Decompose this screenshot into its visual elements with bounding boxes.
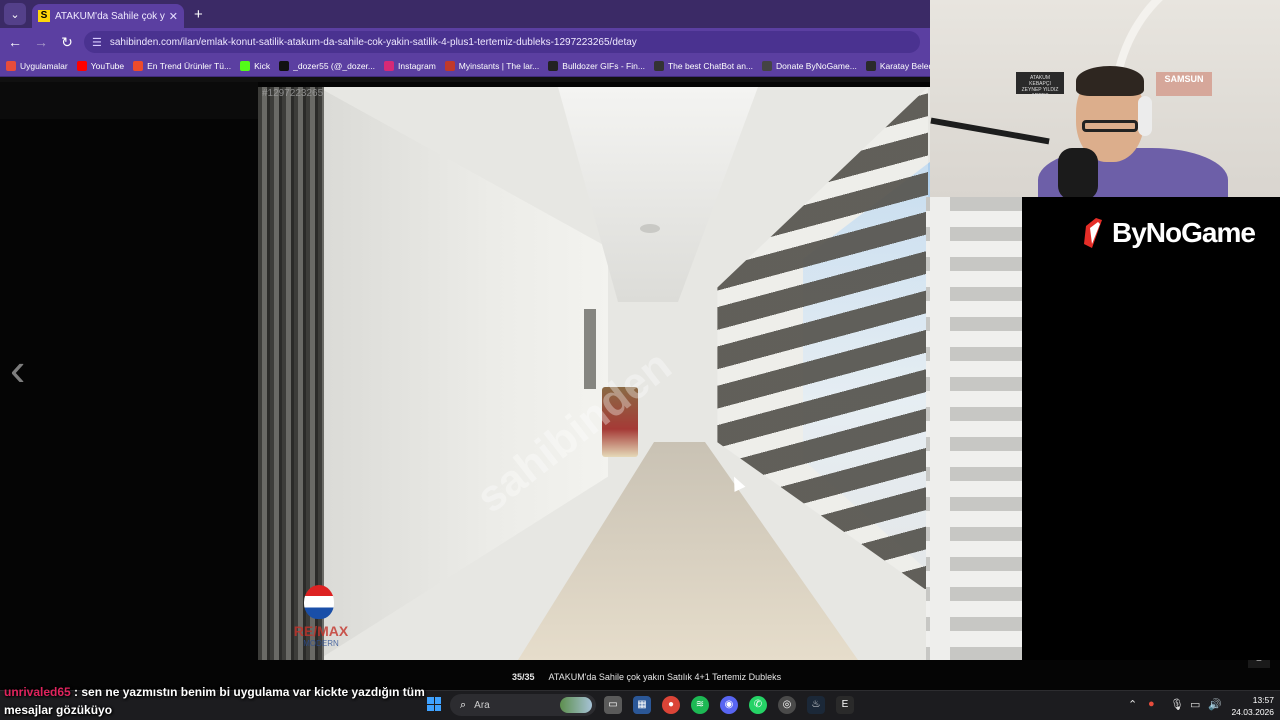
brand-panel bbox=[1022, 197, 1280, 660]
sahibinden-favicon-icon: S bbox=[38, 10, 50, 22]
bookmark-label: En Trend Ürünler Tü... bbox=[147, 61, 232, 71]
close-icon[interactable]: ✕ bbox=[169, 10, 178, 23]
webcam-overlay: ATAKUM KEBAPÇI ZEYNEP YILDIZ ADRES SAMSU… bbox=[930, 0, 1280, 197]
screen: ⌄ S ATAKUM'da Sahile çok yakın Sa ✕ + ← … bbox=[0, 0, 1280, 720]
clock-date: 24.03.2026 bbox=[1231, 707, 1274, 717]
discord-icon[interactable]: ◉ bbox=[720, 696, 738, 714]
tiktok-icon bbox=[279, 61, 290, 71]
apps-grid-icon bbox=[6, 61, 16, 71]
search-highlight-image bbox=[560, 697, 592, 713]
bookmark-item[interactable]: Instagram bbox=[384, 61, 436, 71]
youtube-icon bbox=[76, 61, 87, 71]
address-bar[interactable]: ☰ sahibinden.com/ilan/emlak-konut-satili… bbox=[84, 31, 920, 53]
photo-ceiling-light bbox=[640, 224, 660, 233]
chrome-icon[interactable]: ● bbox=[662, 696, 680, 714]
bookmark-label: _dozer55 (@_dozer... bbox=[293, 61, 375, 71]
photo-door bbox=[584, 309, 596, 389]
headphone-icon bbox=[1138, 96, 1152, 136]
instagram-icon bbox=[384, 61, 394, 71]
remax-logo: RE/MAX MODERN bbox=[288, 585, 354, 651]
bynogame-brand-name: ByNoGame bbox=[1112, 217, 1256, 248]
back-arrow-icon[interactable]: ← bbox=[4, 31, 26, 53]
bookmark-item[interactable]: Donate ByNoGame... bbox=[762, 61, 857, 71]
bookmark-item[interactable]: Kick bbox=[240, 61, 270, 71]
microsoft-store-icon[interactable]: ▦ bbox=[633, 696, 651, 714]
microphone-icon bbox=[1058, 148, 1098, 197]
photo-id: #1297223265 bbox=[262, 88, 324, 99]
webcam-mic-arm bbox=[930, 117, 1050, 145]
bookmark-item[interactable]: _dozer55 (@_dozer... bbox=[279, 61, 375, 71]
spotify-icon[interactable]: ≋ bbox=[691, 696, 709, 714]
bookmark-item[interactable]: En Trend Ürünler Tü... bbox=[133, 61, 231, 71]
chevron-up-icon[interactable]: ⌃ bbox=[1128, 698, 1137, 711]
bynogame-logo-icon bbox=[1084, 218, 1102, 248]
bookmark-label: Instagram bbox=[398, 61, 436, 71]
microphone-tray-icon[interactable]: 🎙 bbox=[1170, 698, 1184, 711]
taskbar-search-placeholder: Ara bbox=[474, 699, 490, 711]
plus-icon[interactable]: + bbox=[194, 6, 203, 23]
chat-message: unrivaled65 : sen ne yazmıstın benim bi … bbox=[4, 683, 474, 719]
bookmark-label: Uygulamalar bbox=[20, 61, 68, 71]
steam-icon[interactable]: ♨ bbox=[807, 696, 825, 714]
trendyol-icon bbox=[133, 61, 144, 71]
bookmark-label: Kick bbox=[254, 61, 271, 71]
tray-app-icon[interactable]: ● bbox=[1148, 698, 1155, 710]
chatbot-icon bbox=[653, 61, 664, 71]
kick-icon bbox=[240, 61, 251, 71]
listing-photo[interactable]: sahibinden RE/MAX MODERN bbox=[258, 87, 1022, 660]
photo-counter: 35/35 bbox=[512, 672, 535, 682]
bookmark-label: Donate ByNoGame... bbox=[776, 61, 857, 71]
bookmark-label: The best ChatBot an... bbox=[667, 61, 754, 71]
url-text: sahibinden.com/ilan/emlak-konut-satilik-… bbox=[109, 36, 637, 48]
viewer-top-band bbox=[0, 82, 258, 119]
remax-balloon-icon bbox=[304, 585, 334, 619]
browser-toolbar: ← → ↻ ☰ sahibinden.com/ilan/emlak-konut-… bbox=[0, 28, 930, 56]
browser-tab-active[interactable]: S ATAKUM'da Sahile çok yakın Sa ✕ bbox=[32, 4, 184, 28]
whatsapp-icon[interactable]: ✆ bbox=[749, 696, 767, 714]
tab-title: ATAKUM'da Sahile çok yakın Sa bbox=[55, 10, 165, 22]
bookmark-item[interactable]: Myinstants | The lar... bbox=[444, 61, 540, 71]
check-icon bbox=[865, 61, 876, 71]
volume-icon[interactable]: 🔊 bbox=[1208, 698, 1222, 711]
tab-search-menu-button[interactable]: ⌄ bbox=[4, 3, 26, 25]
chat-username: unrivaled65 bbox=[4, 685, 71, 699]
display-icon[interactable]: ▭ bbox=[1190, 698, 1200, 711]
photo-curtain bbox=[258, 87, 324, 660]
task-view-icon[interactable]: ▭ bbox=[604, 696, 622, 714]
clock-time: 13:57 bbox=[1252, 695, 1274, 705]
previous-photo-chevron-icon[interactable]: ‹ bbox=[10, 346, 25, 392]
bookmark-item[interactable]: Bulldozer GIFs - Fin... bbox=[548, 61, 645, 71]
bookmark-label: Karatay Belediyesp bbox=[879, 61, 930, 71]
bookmark-item[interactable]: Uygulamalar bbox=[6, 61, 68, 71]
bynogame-icon bbox=[762, 61, 773, 71]
forward-arrow-icon[interactable]: → bbox=[30, 31, 52, 53]
bookmark-label: Myinstants | The lar... bbox=[458, 61, 540, 71]
giphy-icon bbox=[548, 61, 559, 71]
remax-subtext: MODERN bbox=[303, 639, 339, 648]
bookmark-label: YouTube bbox=[90, 61, 125, 71]
bookmark-item[interactable]: The best ChatBot an... bbox=[653, 61, 754, 71]
bynogame-brand: ByNoGame bbox=[1080, 216, 1256, 250]
myinstants-icon bbox=[444, 61, 455, 71]
streamer-hair bbox=[1076, 66, 1144, 96]
obs-icon[interactable]: ◎ bbox=[778, 696, 796, 714]
bookmark-item[interactable]: Karatay Belediyesp bbox=[865, 61, 930, 71]
photo-wall bbox=[318, 87, 608, 660]
epic-games-icon[interactable]: E bbox=[836, 696, 854, 714]
reload-icon[interactable]: ↻ bbox=[56, 31, 78, 53]
streamer-glasses bbox=[1082, 120, 1138, 132]
photo-caption: ATAKUM'da Sahile çok yakın Satılık 4+1 T… bbox=[548, 672, 782, 682]
browser-tab-bar: ⌄ S ATAKUM'da Sahile çok yakın Sa ✕ + bbox=[0, 0, 930, 28]
webcam-wall-sign: ATAKUM KEBAPÇI ZEYNEP YILDIZ ADRES bbox=[1016, 72, 1064, 99]
bookmark-item[interactable]: YouTube bbox=[76, 61, 125, 71]
bookmark-label: Bulldozer GIFs - Fin... bbox=[562, 61, 645, 71]
photo-window-post bbox=[930, 197, 950, 660]
streamer bbox=[1038, 66, 1228, 197]
site-info-icon[interactable]: ☰ bbox=[92, 36, 102, 49]
remax-text: RE/MAX bbox=[293, 623, 349, 639]
taskbar-clock[interactable]: 13:57 24.03.2026 bbox=[1226, 694, 1274, 718]
bookmarks-bar: Uygulamalar YouTube En Trend Ürünler Tü...… bbox=[0, 56, 930, 77]
